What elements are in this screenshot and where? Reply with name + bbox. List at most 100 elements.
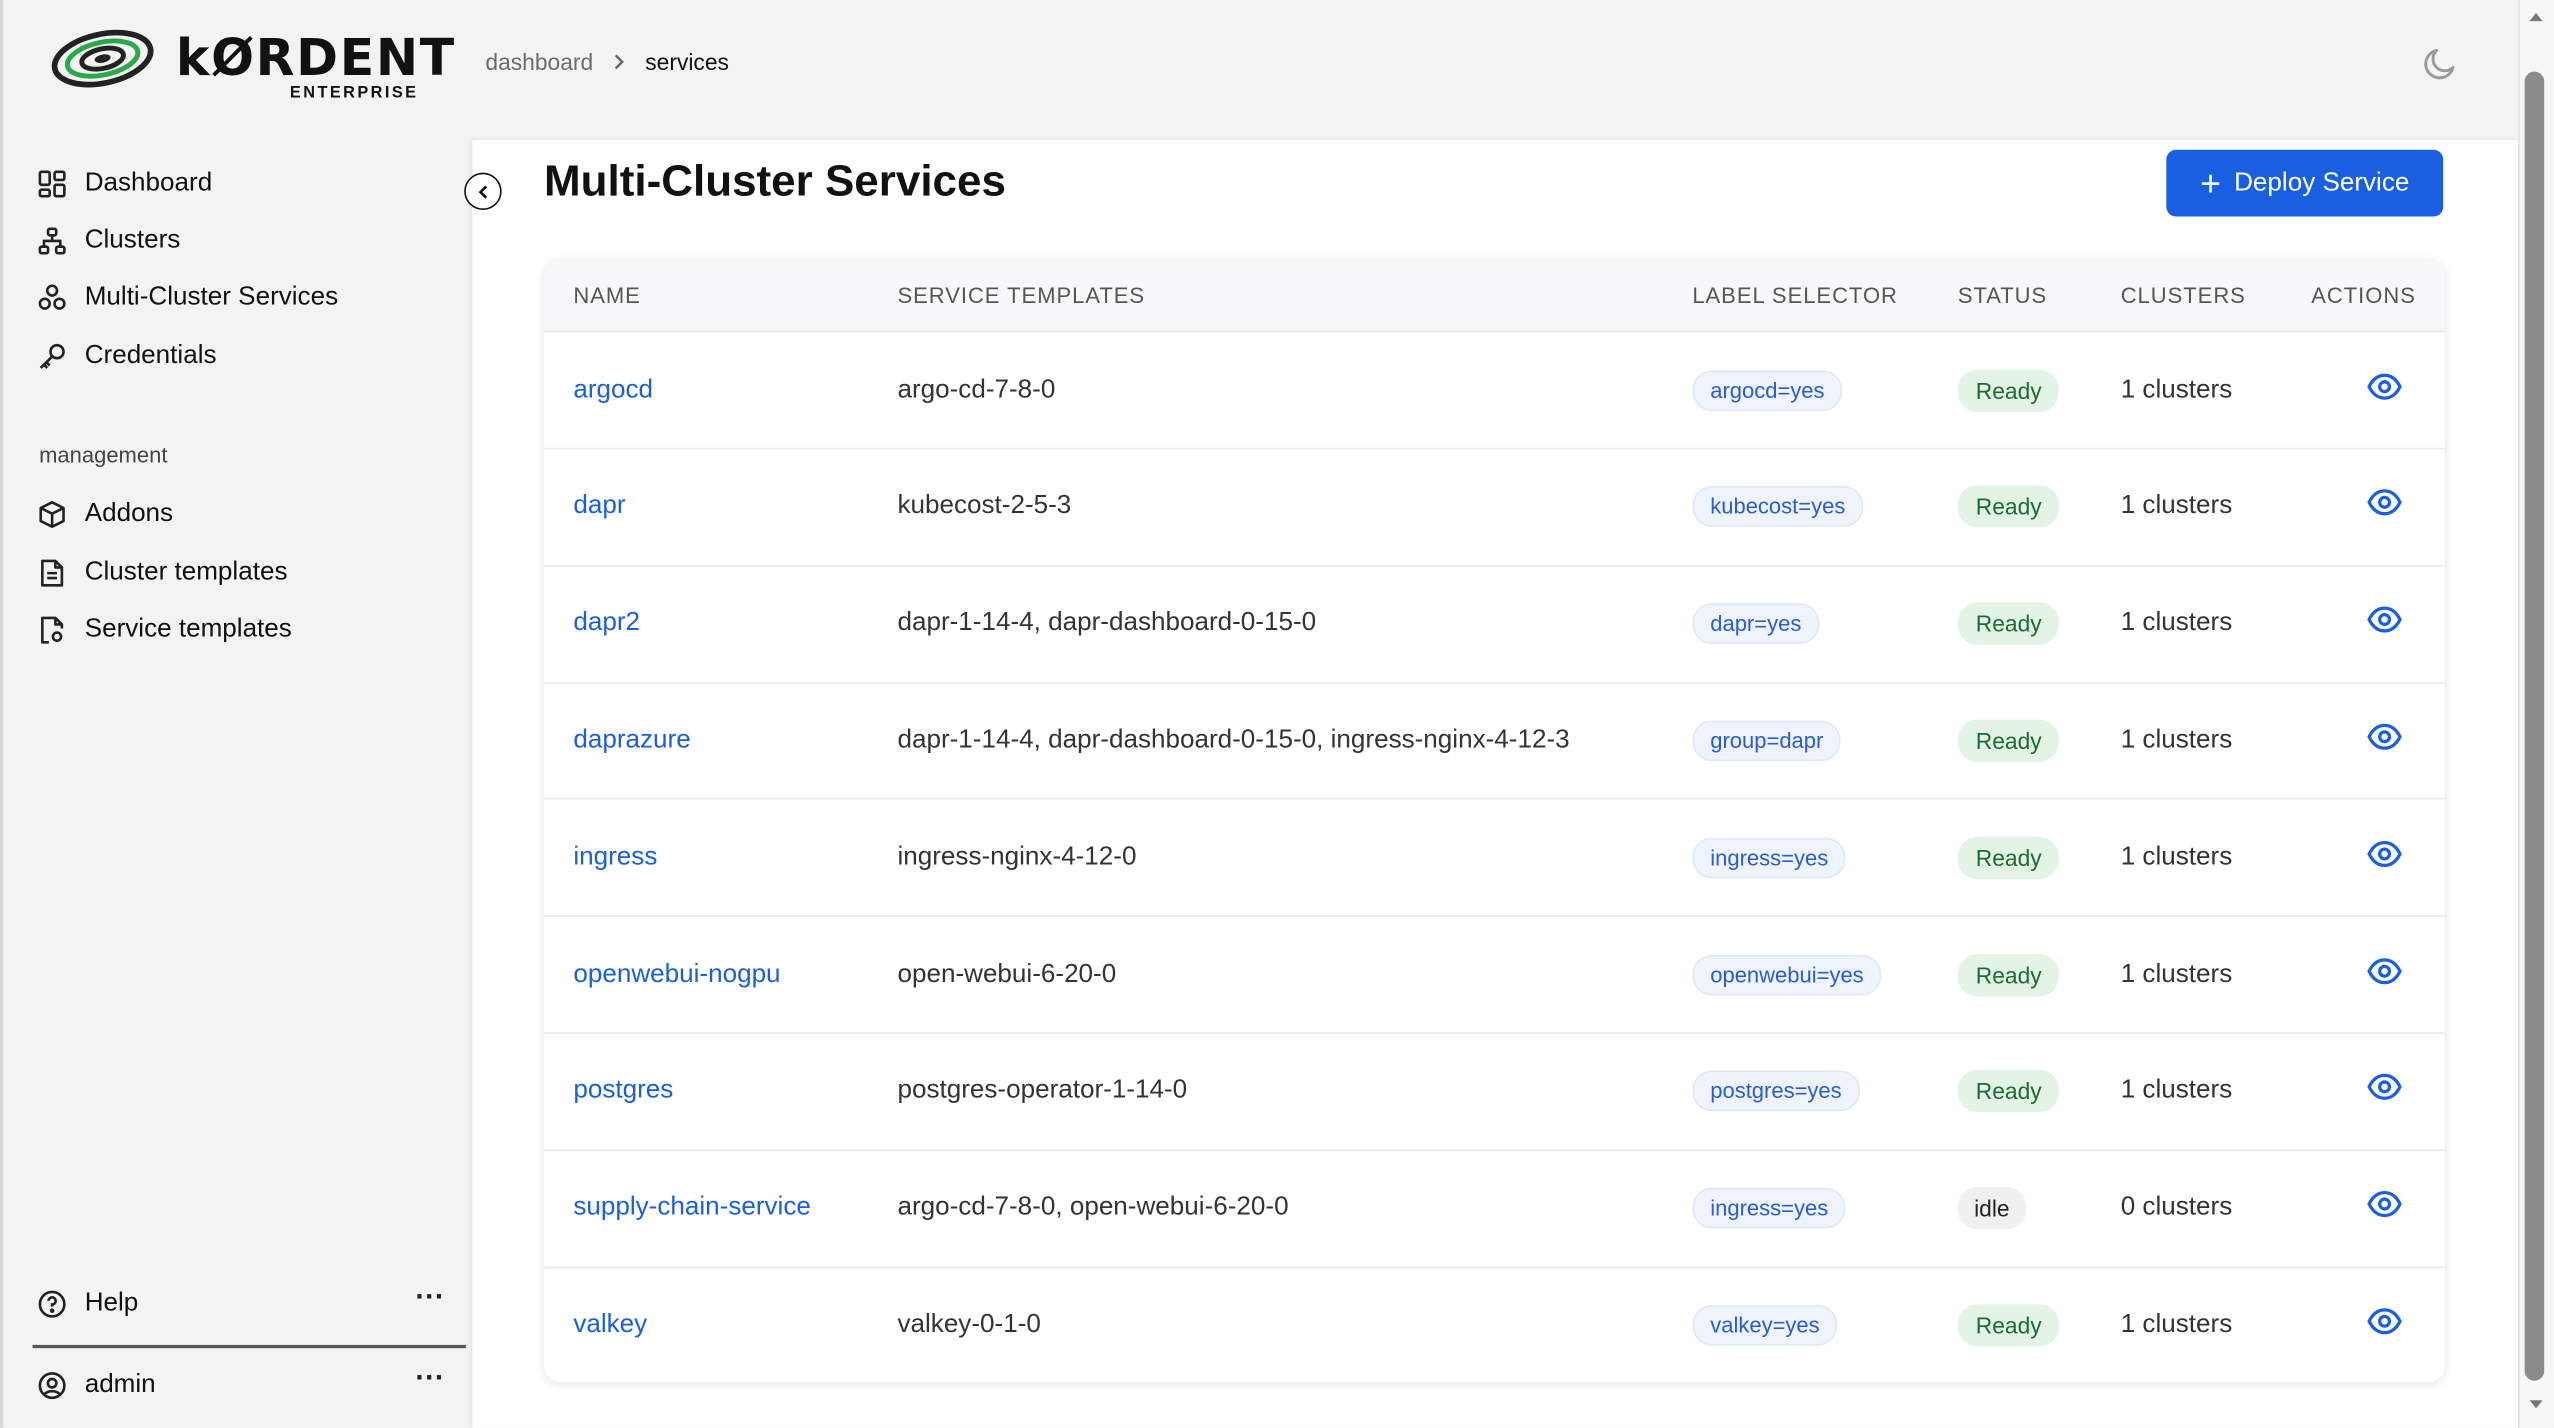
view-eye-icon[interactable] — [2367, 719, 2403, 763]
view-eye-icon[interactable] — [2367, 485, 2403, 529]
clusters-count: 0 clusters — [2120, 1193, 2233, 1222]
sidebar-item-dashboard[interactable]: Dashboard — [36, 161, 212, 207]
breadcrumb-current: services — [645, 48, 729, 75]
service-templates: dapr-1-14-4, dapr-dashboard-0-15-0, ingr… — [897, 725, 1570, 754]
brand-name: kØRDENT — [175, 29, 456, 88]
label-selector-chip: dapr=yes — [1692, 603, 1820, 645]
status-badge: Ready — [1957, 1070, 2060, 1113]
package-box-icon — [36, 498, 69, 531]
sidebar-item-label: Clusters — [84, 226, 181, 254]
sidebar-item-clusters[interactable]: Clusters — [36, 218, 180, 264]
column-header-service-templates[interactable]: SERVICE TEMPLATES — [897, 283, 1145, 307]
chevron-right-icon — [615, 54, 625, 70]
scroll-up-arrow-icon[interactable] — [2525, 7, 2548, 30]
service-name-link[interactable]: argocd — [573, 375, 653, 404]
help-more-icon[interactable]: ··· — [415, 1280, 444, 1314]
table-row: supply-chain-service argo-cd-7-8-0, open-… — [544, 1150, 2445, 1268]
sidebar-item-service-templates[interactable]: Service templates — [36, 607, 292, 653]
service-templates: dapr-1-14-4, dapr-dashboard-0-15-0 — [897, 609, 1317, 637]
status-badge: Ready — [1957, 953, 2060, 996]
table-row: valkey valkey-0-1-0 valkey=yes Ready 1 clust… — [544, 1267, 2445, 1382]
status-badge: Ready — [1957, 719, 2060, 762]
service-name-link[interactable]: supply-chain-service — [573, 1194, 811, 1223]
breadcrumb-dashboard-link[interactable]: dashboard — [485, 49, 593, 75]
service-templates: open-webui-6-20-0 — [897, 959, 1117, 988]
status-badge: Ready — [1957, 836, 2060, 879]
sidebar-item-user[interactable]: admin — [36, 1363, 156, 1409]
document-icon — [36, 557, 69, 590]
service-templates: valkey-0-1-0 — [897, 1311, 1041, 1340]
multi-cluster-icon — [36, 282, 69, 315]
sidebar-item-label: Credentials — [84, 341, 217, 370]
view-eye-icon[interactable] — [2367, 602, 2403, 646]
view-eye-icon[interactable] — [2367, 368, 2403, 412]
service-name-link[interactable]: openwebui-nogpu — [573, 960, 780, 989]
service-templates: kubecost-2-5-3 — [897, 492, 1072, 520]
service-name-link[interactable]: postgres — [573, 1077, 673, 1106]
table-row: daprazure dapr-1-14-4, dapr-dashboard-0-1… — [544, 683, 2445, 801]
scrollbar-thumb[interactable] — [2524, 71, 2545, 1381]
column-header-label-selector[interactable]: LABEL SELECTOR — [1692, 283, 1898, 307]
status-badge: Ready — [1957, 485, 2060, 529]
label-selector-chip: ingress=yes — [1692, 837, 1847, 878]
status-badge: Ready — [1957, 602, 2060, 645]
view-eye-icon[interactable] — [2367, 1069, 2403, 1113]
user-more-icon[interactable]: ··· — [415, 1361, 444, 1395]
service-name-link[interactable]: daprazure — [573, 726, 690, 755]
view-eye-icon[interactable] — [2367, 1304, 2403, 1348]
column-header-status[interactable]: STATUS — [1958, 283, 2047, 307]
sidebar-item-credentials[interactable]: Credentials — [36, 334, 217, 380]
cluster-network-icon — [36, 225, 69, 258]
clusters-count: 1 clusters — [2120, 375, 2233, 403]
service-name-link[interactable]: ingress — [573, 843, 657, 872]
service-name-link[interactable]: valkey — [573, 1311, 647, 1340]
column-header-name[interactable]: NAME — [573, 283, 640, 307]
clusters-count: 1 clusters — [2120, 492, 2233, 520]
label-selector-chip: argocd=yes — [1692, 369, 1843, 411]
sidebar-item-label: Help — [84, 1289, 139, 1318]
table-row: argocd argo-cd-7-8-0 argocd=yes Ready 1 clus… — [544, 332, 2445, 450]
clusters-count: 1 clusters — [2120, 725, 2233, 754]
sidebar-item-label: Dashboard — [84, 169, 213, 198]
service-templates: argo-cd-7-8-0 — [897, 375, 1056, 403]
column-header-clusters[interactable]: CLUSTERS — [2121, 283, 2246, 307]
sidebar-item-help[interactable]: Help — [36, 1281, 138, 1327]
service-name-link[interactable]: dapr — [573, 492, 625, 521]
table-row: openwebui-nogpu open-webui-6-20-0 openwebu… — [544, 917, 2445, 1034]
clusters-count: 1 clusters — [2120, 842, 2233, 871]
document-settings-icon — [36, 614, 69, 647]
scroll-down-arrow-icon[interactable] — [2525, 1392, 2548, 1415]
view-eye-icon[interactable] — [2367, 1186, 2403, 1230]
table-row: dapr2 dapr-1-14-4, dapr-dashboard-0-15-0 d… — [544, 566, 2445, 684]
label-selector-chip: ingress=yes — [1692, 1187, 1847, 1229]
label-selector-chip: group=dapr — [1692, 720, 1842, 762]
deploy-service-label: Deploy Service — [2234, 168, 2410, 197]
status-badge: Ready — [1957, 1304, 2060, 1348]
sidebar-item-multi-cluster-services[interactable]: Multi-Cluster Services — [36, 275, 338, 321]
user-name: admin — [84, 1370, 156, 1399]
sidebar-item-label: Addons — [84, 499, 174, 528]
sidebar-divider — [32, 1344, 466, 1348]
collapse-sidebar-button[interactable] — [464, 172, 502, 211]
status-badge: Ready — [1957, 368, 2060, 412]
sidebar-item-label: Multi-Cluster Services — [84, 283, 339, 311]
service-templates: ingress-nginx-4-12-0 — [897, 842, 1137, 871]
service-name-link[interactable]: dapr2 — [573, 609, 640, 638]
column-header-actions: ACTIONS — [2311, 283, 2416, 308]
sidebar-item-label: Service templates — [84, 615, 292, 644]
brand-logo[interactable]: kØRDENT ENTERPRISE — [49, 23, 454, 108]
label-selector-chip: openwebui=yes — [1692, 954, 1882, 995]
deploy-service-button[interactable]: + Deploy Service — [2166, 149, 2444, 217]
table-row: dapr kubecost-2-5-3 kubecost=yes Ready 1 clu… — [544, 449, 2445, 567]
sidebar-item-cluster-templates[interactable]: Cluster templates — [36, 550, 287, 596]
dashboard-grid-icon — [36, 168, 69, 201]
moon-icon[interactable] — [2420, 44, 2459, 83]
chevron-left-icon — [477, 184, 487, 198]
view-eye-icon[interactable] — [2367, 952, 2403, 996]
brand-swirl-icon — [51, 29, 154, 88]
help-circle-icon — [36, 1288, 69, 1321]
table-header: NAME SERVICE TEMPLATES LABEL SELECTOR ST… — [544, 260, 2445, 333]
sidebar-item-addons[interactable]: Addons — [36, 492, 173, 538]
view-eye-icon[interactable] — [2367, 836, 2403, 880]
service-templates: argo-cd-7-8-0, open-webui-6-20-0 — [897, 1193, 1289, 1222]
